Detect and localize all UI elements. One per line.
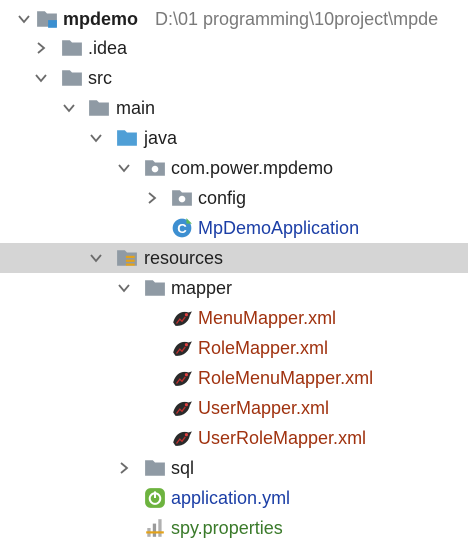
tree-row-project[interactable]: mpdemo D:\01 programming\10project\mpde (0, 4, 468, 34)
properties-file-label: spy.properties (171, 518, 283, 538)
tree-row-xml-file[interactable]: RoleMapper.xml (0, 333, 468, 363)
tree-row-src[interactable]: src (0, 63, 468, 93)
mybatis-bird-icon (171, 333, 193, 363)
folder-icon (144, 273, 166, 303)
package-label: com.power.mpdemo (171, 158, 334, 178)
source-folder-icon (116, 123, 138, 153)
tree-row-package[interactable]: com.power.mpdemo (0, 153, 468, 183)
tree-row-app-class[interactable]: MpDemoApplication (0, 213, 468, 243)
folder-label: resources (144, 248, 224, 268)
chevron-down-icon[interactable] (88, 243, 104, 273)
package-icon (171, 183, 193, 213)
package-label: config (198, 188, 247, 208)
mybatis-bird-icon (171, 423, 193, 453)
project-path: D:\01 programming\10project\mpde (155, 8, 439, 29)
tree-row-idea[interactable]: .idea (0, 33, 468, 63)
xml-file-label: UserMapper.xml (198, 398, 330, 418)
folder-icon (144, 453, 166, 483)
folder-icon (61, 33, 83, 63)
chevron-right-icon[interactable] (33, 33, 49, 63)
project-tree: mpdemo D:\01 programming\10project\mpde … (0, 0, 468, 546)
spring-class-icon (171, 213, 193, 243)
xml-file-label: UserRoleMapper.xml (198, 428, 367, 448)
tree-row-config[interactable]: config (0, 183, 468, 213)
resources-folder-icon (116, 243, 138, 273)
class-label: MpDemoApplication (198, 218, 360, 238)
folder-icon (88, 93, 110, 123)
tree-row-main[interactable]: main (0, 93, 468, 123)
folder-label: java (144, 128, 178, 148)
folder-label: main (116, 98, 156, 118)
chevron-right-icon[interactable] (116, 453, 132, 483)
tree-row-xml-file[interactable]: UserRoleMapper.xml (0, 423, 468, 453)
folder-icon (61, 63, 83, 93)
tree-row-resources[interactable]: resources (0, 243, 468, 273)
chevron-down-icon[interactable] (88, 123, 104, 153)
properties-file-icon (144, 513, 166, 543)
package-icon (144, 153, 166, 183)
chevron-down-icon[interactable] (33, 63, 49, 93)
tree-row-application-yml[interactable]: application.yml (0, 483, 468, 513)
tree-row-xml-file[interactable]: UserMapper.xml (0, 393, 468, 423)
mybatis-bird-icon (171, 363, 193, 393)
mybatis-bird-icon (171, 393, 193, 423)
chevron-down-icon[interactable] (116, 273, 132, 303)
folder-label: .idea (88, 38, 128, 58)
xml-file-label: RoleMapper.xml (198, 338, 329, 358)
spring-boot-icon (144, 483, 166, 513)
tree-row-java[interactable]: java (0, 123, 468, 153)
yml-file-label: application.yml (171, 488, 291, 508)
tree-row-spy-properties[interactable]: spy.properties (0, 513, 468, 543)
mybatis-bird-icon (171, 303, 193, 333)
tree-row-xml-file[interactable]: MenuMapper.xml (0, 303, 468, 333)
tree-row-sql[interactable]: sql (0, 453, 468, 483)
module-folder-icon (36, 4, 58, 34)
chevron-down-icon[interactable] (116, 153, 132, 183)
folder-label: mapper (171, 278, 233, 298)
tree-row-xml-file[interactable]: RoleMenuMapper.xml (0, 363, 468, 393)
xml-file-label: MenuMapper.xml (198, 308, 337, 328)
xml-file-label: RoleMenuMapper.xml (198, 368, 374, 388)
folder-label: src (88, 68, 112, 88)
folder-label: sql (171, 458, 195, 478)
project-name: mpdemo (63, 9, 139, 29)
tree-row-mapper[interactable]: mapper (0, 273, 468, 303)
chevron-right-icon[interactable] (144, 183, 160, 213)
chevron-down-icon[interactable] (61, 93, 77, 123)
chevron-down-icon[interactable] (16, 4, 32, 34)
